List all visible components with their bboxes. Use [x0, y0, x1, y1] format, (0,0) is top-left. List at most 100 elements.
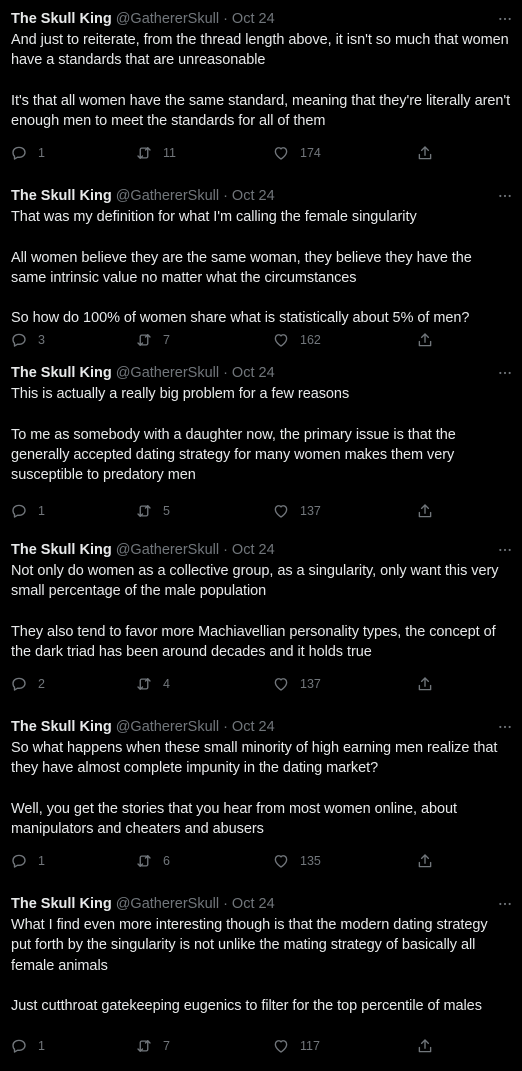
more-options-button[interactable]: [496, 541, 514, 559]
author-name[interactable]: The Skull King: [11, 718, 112, 736]
tweet[interactable]: The Skull King @GathererSkull · Oct 24 A…: [0, 0, 522, 177]
separator-dot: ·: [223, 365, 228, 381]
retweet-button[interactable]: 4: [135, 675, 170, 693]
tweet[interactable]: The Skull King @GathererSkull · Oct 24 N…: [0, 531, 522, 708]
reply-count: 1: [38, 146, 45, 160]
more-options-button[interactable]: [496, 895, 514, 913]
reply-bubble-icon: [10, 1037, 38, 1055]
heart-icon: [272, 331, 300, 349]
tweet-date[interactable]: Oct 24: [232, 187, 275, 205]
tweet-date[interactable]: Oct 24: [232, 541, 275, 559]
tweet-header: The Skull King @GathererSkull · Oct 24: [11, 718, 511, 736]
heart-icon: [272, 1037, 300, 1055]
more-options-button[interactable]: [496, 718, 514, 736]
retweet-count: 4: [163, 677, 170, 691]
heart-icon: [272, 502, 300, 520]
tweet-date[interactable]: Oct 24: [232, 718, 275, 736]
tweet-header: The Skull King @GathererSkull · Oct 24: [11, 364, 511, 382]
more-dots-icon: [497, 11, 513, 27]
author-handle[interactable]: @GathererSkull: [116, 364, 219, 382]
like-button[interactable]: 135: [272, 852, 321, 870]
tweet-text: Not only do women as a collective group,…: [11, 563, 499, 661]
reply-button[interactable]: 1: [10, 1037, 45, 1055]
tweet-text: So what happens when these small minorit…: [11, 740, 498, 838]
retweet-icon: [135, 1037, 163, 1055]
like-count: 117: [300, 1039, 320, 1053]
like-button[interactable]: 174: [272, 144, 321, 162]
tweet[interactable]: The Skull King @GathererSkull · Oct 24 T…: [0, 177, 522, 354]
more-options-button[interactable]: [496, 364, 514, 382]
tweet-date[interactable]: Oct 24: [232, 364, 275, 382]
reply-button[interactable]: 2: [10, 675, 45, 693]
author-name[interactable]: The Skull King: [11, 10, 112, 28]
retweet-button[interactable]: 6: [135, 852, 170, 870]
author-handle[interactable]: @GathererSkull: [116, 187, 219, 205]
author-handle[interactable]: @GathererSkull: [116, 895, 219, 913]
retweet-button[interactable]: 11: [135, 144, 176, 162]
reply-bubble-icon: [10, 502, 38, 520]
retweet-count: 11: [163, 146, 176, 160]
author-handle[interactable]: @GathererSkull: [116, 718, 219, 736]
share-button[interactable]: [416, 852, 434, 870]
more-dots-icon: [497, 188, 513, 204]
more-options-button[interactable]: [496, 10, 514, 28]
like-button[interactable]: 162: [272, 331, 321, 349]
share-button[interactable]: [416, 144, 434, 162]
tweet-header: The Skull King @GathererSkull · Oct 24: [11, 187, 511, 205]
retweet-button[interactable]: 7: [135, 1037, 170, 1055]
retweet-icon: [135, 502, 163, 520]
author-name[interactable]: The Skull King: [11, 364, 112, 382]
tweet-date[interactable]: Oct 24: [232, 895, 275, 913]
more-options-button[interactable]: [496, 187, 514, 205]
reply-count: 3: [38, 333, 45, 347]
tweet[interactable]: The Skull King @GathererSkull · Oct 24 S…: [0, 708, 522, 885]
tweet-thread: The Skull King @GathererSkull · Oct 24 A…: [0, 0, 522, 1071]
tweet-header: The Skull King @GathererSkull · Oct 24: [11, 895, 511, 913]
reply-button[interactable]: 1: [10, 502, 45, 520]
share-button[interactable]: [416, 331, 434, 349]
separator-dot: ·: [223, 188, 228, 204]
tweet-actions: 1 11 174: [0, 143, 522, 163]
share-button[interactable]: [416, 1037, 434, 1055]
retweet-icon: [135, 675, 163, 693]
tweet-text: What I find even more interesting though…: [11, 917, 488, 1015]
share-button[interactable]: [416, 502, 434, 520]
author-name[interactable]: The Skull King: [11, 895, 112, 913]
heart-icon: [272, 675, 300, 693]
more-dots-icon: [497, 542, 513, 558]
reply-count: 2: [38, 677, 45, 691]
retweet-count: 5: [163, 504, 170, 518]
separator-dot: ·: [223, 542, 228, 558]
author-name[interactable]: The Skull King: [11, 187, 112, 205]
reply-button[interactable]: 3: [10, 331, 45, 349]
retweet-icon: [135, 852, 163, 870]
retweet-count: 7: [163, 1039, 170, 1053]
share-upload-icon: [416, 502, 434, 520]
tweet-text: This is actually a really big problem fo…: [11, 386, 456, 484]
reply-button[interactable]: 1: [10, 144, 45, 162]
share-button[interactable]: [416, 675, 434, 693]
like-count: 162: [300, 333, 321, 347]
retweet-button[interactable]: 7: [135, 331, 170, 349]
retweet-button[interactable]: 5: [135, 502, 170, 520]
author-name[interactable]: The Skull King: [11, 541, 112, 559]
author-handle[interactable]: @GathererSkull: [116, 10, 219, 28]
like-button[interactable]: 137: [272, 502, 321, 520]
more-dots-icon: [497, 896, 513, 912]
reply-bubble-icon: [10, 144, 38, 162]
like-button[interactable]: 117: [272, 1037, 320, 1055]
tweet-date[interactable]: Oct 24: [232, 10, 275, 28]
share-upload-icon: [416, 144, 434, 162]
like-button[interactable]: 137: [272, 675, 321, 693]
share-upload-icon: [416, 675, 434, 693]
author-handle[interactable]: @GathererSkull: [116, 541, 219, 559]
tweet-actions: 1 5 137: [0, 501, 522, 521]
tweet-text: And just to reiterate, from the thread l…: [11, 32, 511, 130]
tweet[interactable]: The Skull King @GathererSkull · Oct 24 W…: [0, 885, 522, 1071]
reply-bubble-icon: [10, 675, 38, 693]
separator-dot: ·: [223, 11, 228, 27]
tweet-text: That was my definition for what I'm call…: [11, 209, 472, 327]
tweet[interactable]: The Skull King @GathererSkull · Oct 24 T…: [0, 354, 522, 531]
reply-count: 1: [38, 504, 45, 518]
reply-button[interactable]: 1: [10, 852, 45, 870]
